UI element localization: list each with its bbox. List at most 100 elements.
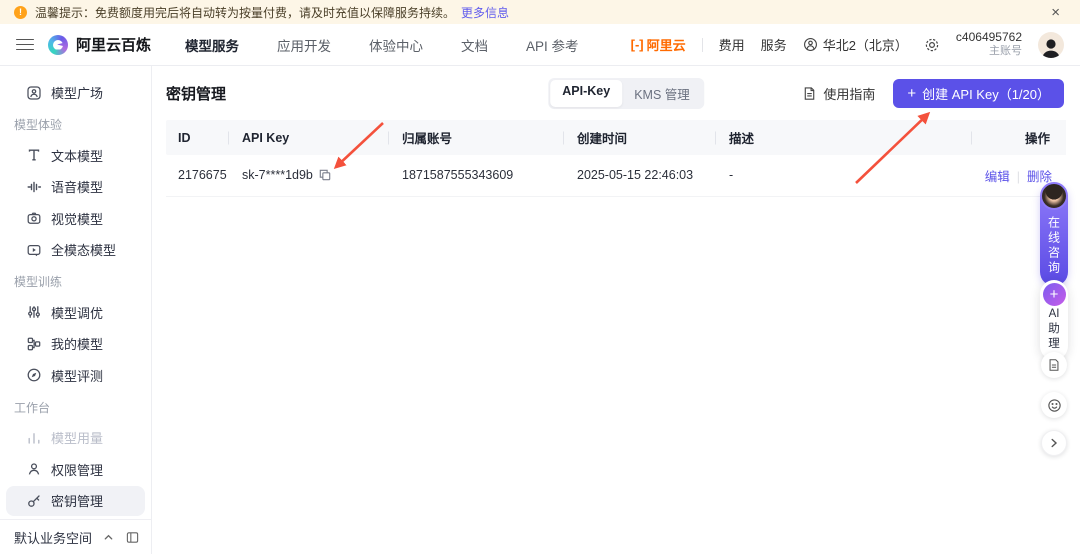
omni-model-icon [26, 242, 42, 258]
notice-banner: ! 温馨提示：免费额度用完后将自动转为按量付费，请及时充值以保障服务持续。 更多… [0, 0, 1080, 24]
plus-icon: + [907, 86, 916, 101]
col-api-key: API Key [228, 120, 388, 155]
sidebar-item-model-tuning[interactable]: 模型调优 [6, 297, 145, 327]
sidebar-item-label: 模型评测 [51, 366, 103, 385]
sidebar-item-label: 模型用量 [51, 428, 103, 447]
ai-assistant-label: AI [1049, 308, 1060, 321]
nav-tab-docs[interactable]: 文档 [461, 35, 488, 55]
sidebar-item-model-eval[interactable]: 模型评测 [6, 360, 145, 390]
aliyun-logo[interactable]: [-] 阿里云 [631, 35, 686, 54]
smiley-icon [1047, 398, 1062, 413]
create-api-key-label: 创建 API Key（1/20） [922, 84, 1050, 103]
tab-api-key[interactable]: API-Key [550, 80, 622, 107]
sidebar-section-model-experience: 模型体验 [0, 111, 151, 139]
usage-guide-link[interactable]: 使用指南 [802, 84, 875, 103]
ai-plus-icon: + [1043, 283, 1066, 306]
gear-icon[interactable] [924, 37, 940, 53]
sidebar-item-label: 全模态模型 [51, 240, 116, 259]
collapse-sidebar-icon[interactable] [126, 531, 139, 544]
copy-icon[interactable] [319, 169, 331, 181]
sidebar-item-model-usage[interactable]: 模型用量 [6, 423, 145, 453]
chevron-up-icon[interactable] [103, 532, 114, 543]
document-icon [802, 86, 817, 101]
sidebar-item-permission[interactable]: 权限管理 [6, 454, 145, 484]
sidebar-item-audio-model[interactable]: 语音模型 [6, 172, 145, 202]
audio-model-icon [26, 179, 42, 195]
col-account: 归属账号 [388, 120, 563, 155]
page-title: 密钥管理 [166, 83, 226, 104]
sidebar-item-label: 我的模型 [51, 334, 103, 353]
nav-tab-api-ref[interactable]: API 参考 [526, 35, 579, 55]
key-type-tabs: API-Key KMS 管理 [548, 78, 704, 109]
document-icon [1047, 358, 1061, 372]
online-consult-label: 在线咨询 [1046, 216, 1063, 276]
primary-nav: 模型服务 应用开发 体验中心 文档 API 参考 [185, 35, 579, 55]
sidebar-item-omni-model[interactable]: 全模态模型 [6, 235, 145, 265]
divider [702, 38, 703, 52]
eval-icon [26, 367, 42, 383]
avatar[interactable] [1038, 32, 1064, 58]
create-api-key-button[interactable]: + 创建 API Key（1/20） [893, 79, 1064, 108]
sidebar-section-workbench: 工作台 [0, 393, 151, 421]
ai-assistant-label: 理 [1048, 338, 1060, 351]
sidebar-item-my-models[interactable]: 我的模型 [6, 329, 145, 359]
delete-link[interactable]: 删除 [1027, 170, 1052, 184]
sidebar-item-label: 模型广场 [51, 83, 103, 102]
ai-assistant-label: 助 [1048, 323, 1060, 336]
account-info[interactable]: c406495762 主账号 [956, 30, 1022, 59]
vision-model-icon [26, 210, 42, 226]
top-nav: 阿里云百炼 模型服务 应用开发 体验中心 文档 API 参考 [-] 阿里云 费… [0, 24, 1080, 66]
key-icon [26, 493, 42, 509]
sidebar-section-model-training: 模型训练 [0, 268, 151, 296]
account-type: 主账号 [956, 45, 1022, 59]
tab-kms[interactable]: KMS 管理 [622, 80, 702, 107]
feedback-smile-button[interactable] [1041, 392, 1067, 418]
my-models-icon [26, 336, 42, 352]
usage-icon [26, 430, 42, 446]
brand-title[interactable]: 阿里云百炼 [76, 34, 151, 55]
sidebar-item-label: 语音模型 [51, 177, 103, 196]
region-selector[interactable]: 华北2（北京） [803, 35, 908, 54]
nav-tab-model-service[interactable]: 模型服务 [185, 35, 239, 55]
cell-api-key: sk-7****1d9b [242, 168, 313, 182]
main-content: 密钥管理 API-Key KMS 管理 使用指南 + 创建 API Key（1/… [152, 66, 1080, 554]
sidebar-item-key-management[interactable]: 密钥管理 [6, 486, 145, 516]
chevron-right-icon [1048, 437, 1060, 449]
sidebar-item-label: 文本模型 [51, 146, 103, 165]
ai-assistant-widget[interactable]: + AI 助 理 [1040, 280, 1068, 360]
online-consult-widget[interactable]: 在线咨询 [1040, 184, 1068, 286]
col-created: 创建时间 [563, 120, 715, 155]
cell-desc: - [715, 155, 971, 196]
tune-icon [26, 304, 42, 320]
warning-icon: ! [14, 6, 27, 19]
region-label: 华北2（北京） [823, 35, 908, 54]
usage-guide-label: 使用指南 [823, 84, 875, 103]
account-id: c406495762 [956, 30, 1022, 45]
api-key-table: ID API Key 归属账号 创建时间 描述 操作 2176675 sk-7*… [166, 120, 1066, 197]
close-icon[interactable]: × [1045, 5, 1066, 20]
workspace-switcher[interactable]: 默认业务空间 [0, 519, 151, 554]
feedback-doc-button[interactable] [1041, 352, 1067, 378]
banner-text: 温馨提示：免费额度用完后将自动转为按量付费，请及时充值以保障服务持续。 [35, 4, 455, 21]
sidebar: 模型广场 模型体验 文本模型 语音模型 视觉模型 全模态模型 模型训练 [0, 66, 152, 554]
sidebar-item-label: 权限管理 [51, 460, 103, 479]
sidebar-item-text-model[interactable]: 文本模型 [6, 140, 145, 170]
more-info-link[interactable]: 更多信息 [461, 4, 509, 21]
edit-link[interactable]: 编辑 [985, 170, 1010, 184]
app-window: ! 温馨提示：免费额度用完后将自动转为按量付费，请及时充值以保障服务持续。 更多… [0, 0, 1080, 554]
nav-tab-experience[interactable]: 体验中心 [369, 35, 423, 55]
service-link[interactable]: 服务 [761, 35, 787, 54]
avatar-silhouette-icon [1040, 36, 1062, 58]
cell-account: 1871587555343609 [388, 155, 563, 196]
hamburger-menu-icon[interactable] [16, 39, 34, 51]
collapse-widgets-button[interactable] [1041, 430, 1067, 456]
billing-link[interactable]: 费用 [719, 35, 745, 54]
user-location-icon [803, 37, 818, 52]
plaza-icon [26, 85, 42, 101]
sidebar-item-vision-model[interactable]: 视觉模型 [6, 203, 145, 233]
nav-tab-app-dev[interactable]: 应用开发 [277, 35, 331, 55]
col-desc: 描述 [715, 120, 971, 155]
consultant-avatar [1040, 182, 1068, 210]
table-header-row: ID API Key 归属账号 创建时间 描述 操作 [166, 120, 1066, 155]
sidebar-item-model-plaza[interactable]: 模型广场 [6, 78, 145, 108]
